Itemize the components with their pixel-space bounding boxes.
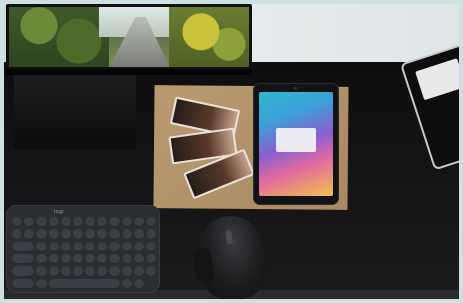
- tablet-dialog: [276, 128, 316, 152]
- key: [121, 266, 132, 277]
- key: [48, 241, 59, 252]
- monitor-screen: [9, 7, 249, 67]
- key: [12, 241, 35, 252]
- key: [60, 217, 71, 228]
- key: [24, 217, 35, 228]
- key: [72, 253, 83, 265]
- key: [48, 229, 59, 240]
- key: [36, 278, 47, 289]
- key: [133, 278, 144, 289]
- key: [133, 217, 144, 228]
- key: [36, 241, 47, 252]
- monitor-wallpaper-left-trees: [9, 7, 109, 67]
- key: [109, 229, 120, 240]
- key: [12, 229, 23, 240]
- key: [97, 253, 108, 265]
- key: [133, 266, 144, 277]
- key: [109, 241, 120, 252]
- key: [48, 278, 120, 289]
- key: [12, 266, 35, 277]
- key: [97, 266, 108, 277]
- monitor: [6, 4, 252, 72]
- key: [12, 278, 35, 289]
- key: [145, 266, 156, 277]
- key: [145, 229, 156, 240]
- key: [85, 217, 96, 228]
- key: [60, 241, 71, 252]
- key: [72, 217, 83, 228]
- key: [121, 241, 132, 252]
- key: [133, 229, 144, 240]
- monitor-wallpaper-right-trees: [169, 7, 249, 67]
- key: [24, 229, 35, 240]
- keyboard-logo: logi: [54, 209, 64, 215]
- key: [36, 229, 47, 240]
- key: [60, 229, 71, 240]
- tablet-screen: [259, 92, 333, 196]
- key: [121, 217, 132, 228]
- phone-sticker: [415, 58, 463, 101]
- key: [145, 241, 156, 252]
- key: [121, 253, 132, 265]
- key: [133, 241, 144, 252]
- key: [97, 229, 108, 240]
- key: [48, 217, 59, 228]
- tablet-camera: [294, 87, 297, 90]
- key: [36, 266, 47, 277]
- keyboard: logi: [6, 205, 160, 293]
- key: [85, 266, 96, 277]
- key: [97, 217, 108, 228]
- key: [121, 229, 132, 240]
- key: [109, 266, 120, 277]
- key: [48, 266, 59, 277]
- key: [72, 229, 83, 240]
- key: [121, 278, 132, 289]
- key: [12, 253, 35, 265]
- key: [12, 217, 23, 228]
- key: [109, 253, 120, 265]
- key: [48, 253, 59, 265]
- key: [85, 229, 96, 240]
- key: [72, 241, 83, 252]
- key: [60, 266, 71, 277]
- tablet: [254, 84, 338, 204]
- keyboard-keys: [12, 217, 156, 289]
- key: [145, 217, 156, 228]
- key: [97, 241, 108, 252]
- key: [145, 253, 156, 265]
- key: [109, 217, 120, 228]
- key: [85, 241, 96, 252]
- key: [60, 253, 71, 265]
- key: [133, 253, 144, 265]
- key: [36, 217, 47, 228]
- monitor-stand: [14, 75, 136, 149]
- key: [36, 253, 47, 265]
- desk-photo: logi: [0, 0, 463, 303]
- mouse-wheel: [225, 229, 234, 245]
- key: [85, 253, 96, 265]
- key: [72, 266, 83, 277]
